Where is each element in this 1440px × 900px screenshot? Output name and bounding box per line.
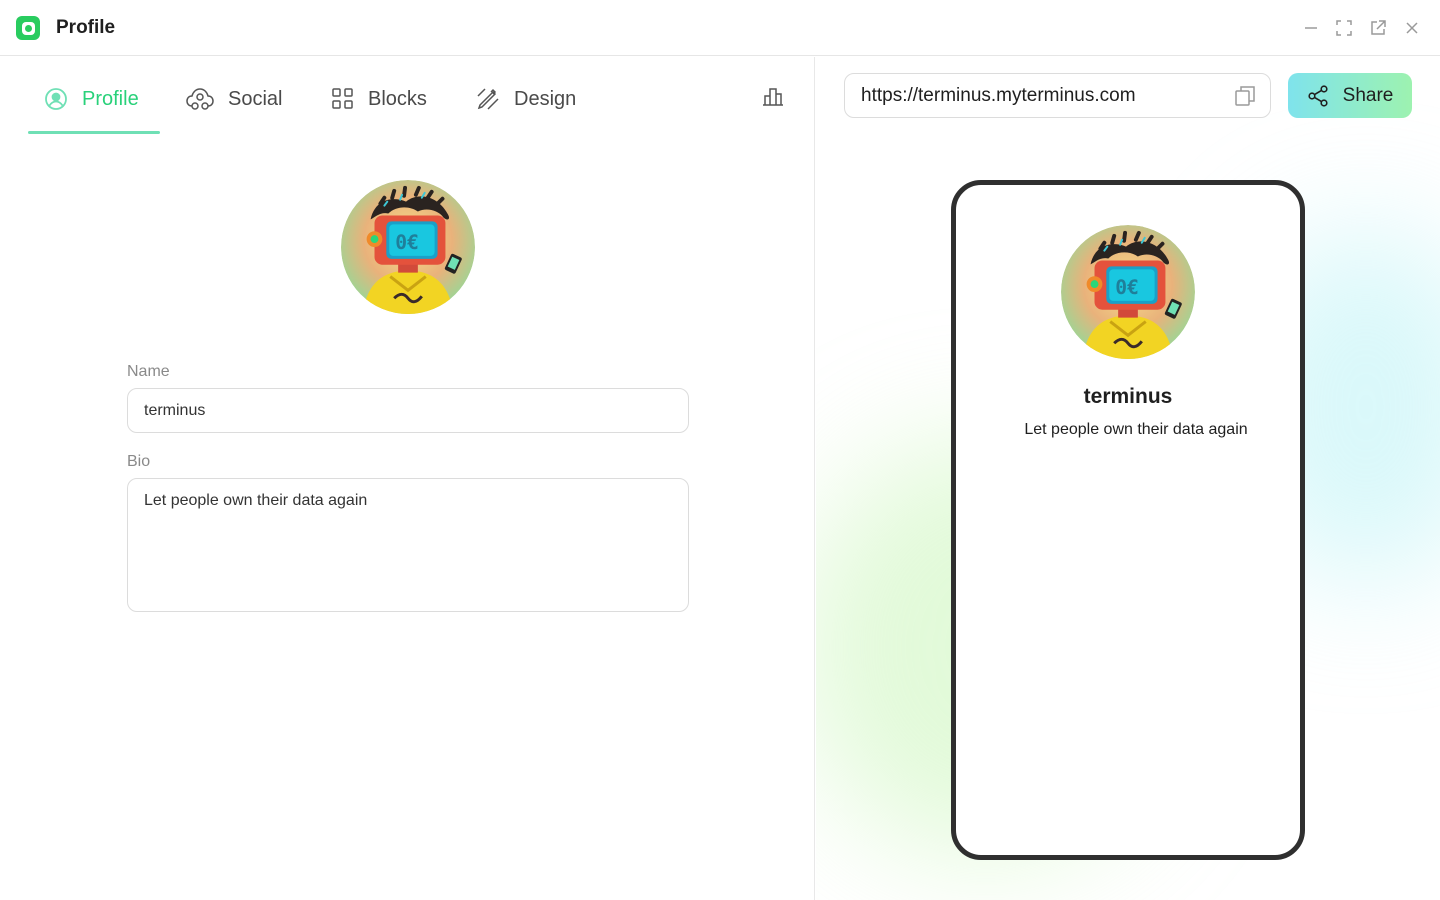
window-title: Profile — [56, 17, 116, 38]
share-button[interactable]: Share — [1288, 73, 1412, 118]
profile-url-field[interactable]: https://terminus.myterminus.com — [844, 73, 1271, 118]
preview-avatar — [1061, 225, 1195, 359]
preview-name: terminus — [1083, 385, 1173, 408]
stats-icon[interactable] — [760, 83, 786, 109]
share-label: Share — [1342, 84, 1394, 106]
avatar-image — [341, 180, 475, 314]
tab-label: Design — [514, 87, 577, 110]
tab-label: Social — [228, 87, 283, 110]
preview-bio: Let people own their data again — [1024, 421, 1248, 438]
tab-design[interactable]: Design — [476, 79, 576, 119]
name-input[interactable] — [127, 388, 689, 433]
share-icon — [1308, 84, 1328, 107]
profile-avatar[interactable] — [341, 180, 475, 314]
bio-input[interactable]: Let people own their data again — [127, 478, 689, 612]
fullscreen-icon[interactable] — [1334, 18, 1354, 38]
grid-icon — [332, 88, 353, 109]
profile-url: https://terminus.myterminus.com — [861, 84, 1136, 106]
user-circle-icon — [45, 88, 67, 110]
copy-icon[interactable] — [1234, 85, 1256, 107]
tab-blocks[interactable]: Blocks — [332, 79, 427, 119]
tab-label: Profile — [82, 87, 139, 110]
tab-social[interactable]: Social — [186, 79, 282, 119]
social-cloud-icon — [186, 88, 214, 110]
open-external-icon[interactable] — [1368, 18, 1388, 38]
tab-bar: Profile Social Blocks Design — [0, 57, 815, 135]
tab-profile[interactable]: Profile — [44, 79, 139, 119]
name-label: Name — [127, 363, 170, 380]
active-tab-indicator — [28, 131, 160, 134]
preview-panel: https://terminus.myterminus.com Share te… — [816, 57, 1440, 900]
close-icon[interactable] — [1402, 18, 1422, 38]
phone-preview: terminus Let people own their data again — [951, 180, 1305, 860]
tab-label: Blocks — [368, 87, 427, 110]
avatar-image — [1061, 225, 1195, 359]
minimize-icon[interactable] — [1301, 18, 1321, 38]
pen-icon — [477, 88, 499, 110]
app-logo-icon — [16, 16, 40, 40]
editor-panel: Profile Social Blocks Design Name termin… — [0, 57, 815, 900]
bio-label: Bio — [127, 453, 151, 470]
title-bar: Profile — [0, 0, 1440, 56]
